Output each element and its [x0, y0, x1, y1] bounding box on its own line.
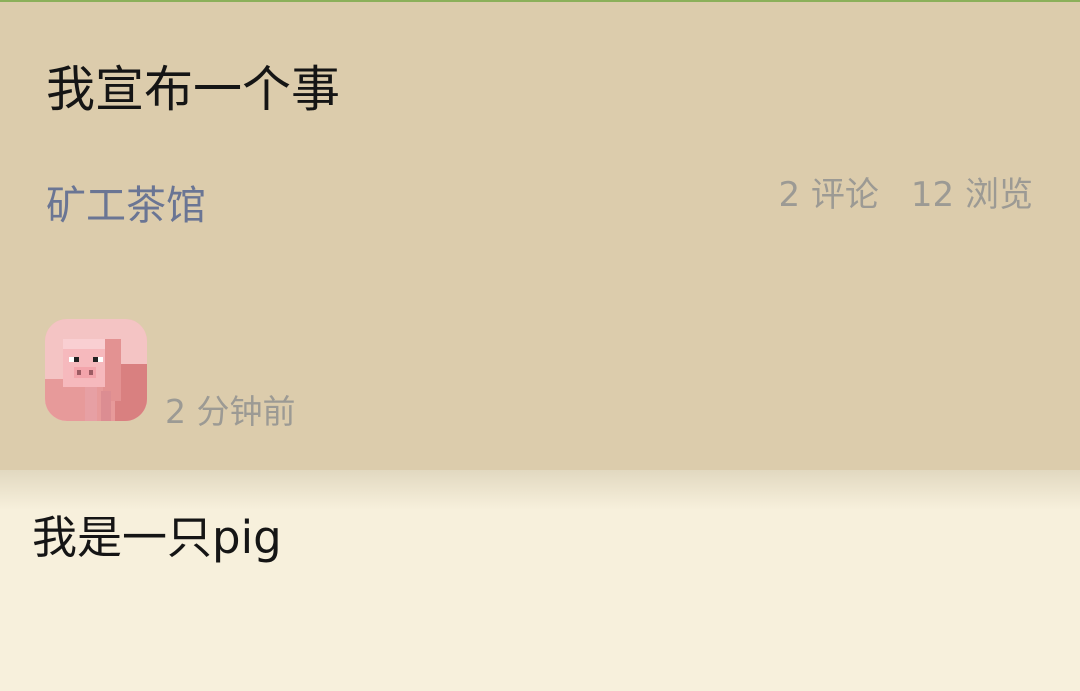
post-time: 2 分钟前 [165, 392, 296, 431]
minecraft-pig-icon [45, 319, 147, 421]
avatar[interactable] [45, 319, 147, 421]
post-header: 我宣布一个事 矿工茶馆 2 评论 12 浏览 2 分钟前 [0, 2, 1080, 470]
forum-link[interactable]: 矿工茶馆 [46, 180, 206, 232]
post-content: 我是一只pig [32, 511, 282, 564]
post-title: 我宣布一个事 [46, 61, 341, 118]
comment-count[interactable]: 2 评论 [778, 172, 878, 218]
header-shadow [0, 470, 1080, 510]
view-count: 12 浏览 [910, 175, 1033, 215]
post-stats: 2 评论 12 浏览 [778, 172, 1033, 218]
